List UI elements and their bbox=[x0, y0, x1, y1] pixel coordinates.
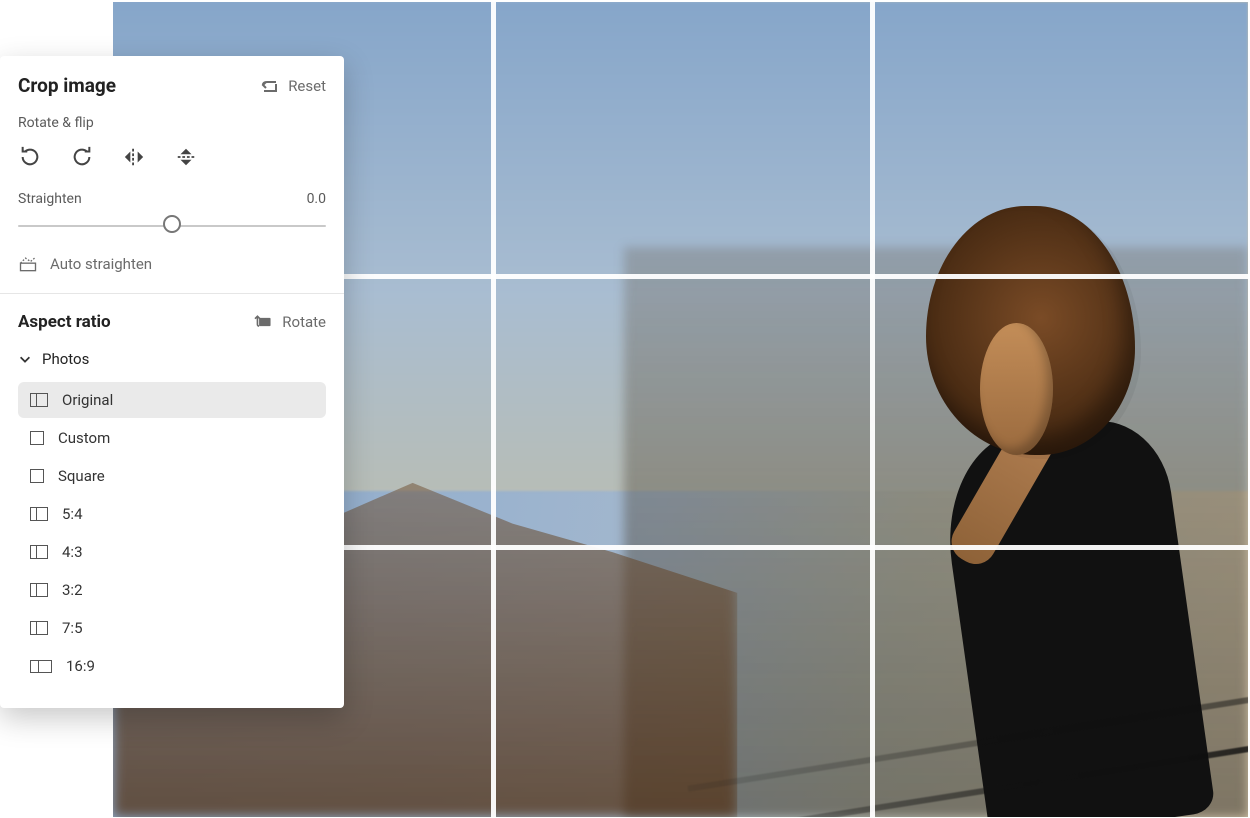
aspect-item-custom[interactable]: Custom bbox=[18, 420, 326, 456]
aspect-icon bbox=[30, 431, 44, 445]
aspect-icon bbox=[30, 583, 48, 597]
aspect-item-label: 7:5 bbox=[62, 619, 83, 637]
aspect-item-label: 5:4 bbox=[62, 505, 83, 523]
aspect-icon bbox=[30, 393, 48, 407]
aspect-item-label: 4:3 bbox=[62, 543, 83, 561]
rotate-cw-icon bbox=[71, 146, 93, 168]
aspect-rotate-button[interactable]: Rotate bbox=[254, 313, 326, 331]
aspect-group-toggle[interactable]: Photos bbox=[18, 350, 326, 368]
aspect-title: Aspect ratio bbox=[18, 312, 111, 332]
flip-horizontal-button[interactable] bbox=[122, 145, 146, 169]
aspect-item-label: 3:2 bbox=[62, 581, 83, 599]
aspect-icon bbox=[30, 507, 48, 521]
straighten-label: Straighten bbox=[18, 191, 82, 207]
slider-thumb[interactable] bbox=[163, 215, 181, 233]
crop-section: Crop image Reset Rotate & flip bbox=[0, 56, 344, 293]
aspect-item-4-3[interactable]: 4:3 bbox=[18, 534, 326, 570]
reset-button[interactable]: Reset bbox=[260, 77, 326, 95]
rotate-ccw-button[interactable] bbox=[18, 145, 42, 169]
crop-title: Crop image bbox=[18, 74, 116, 97]
aspect-item-16-9[interactable]: 16:9 bbox=[18, 648, 326, 684]
auto-straighten-icon bbox=[18, 255, 38, 273]
rotate-cw-button[interactable] bbox=[70, 145, 94, 169]
aspect-group-label: Photos bbox=[42, 350, 89, 368]
aspect-item-label: Original bbox=[62, 391, 113, 409]
crop-panel: Crop image Reset Rotate & flip bbox=[0, 56, 344, 708]
aspect-rotate-label: Rotate bbox=[282, 313, 326, 331]
aspect-item-7-5[interactable]: 7:5 bbox=[18, 610, 326, 646]
reset-label: Reset bbox=[288, 77, 326, 95]
straighten-value: 0.0 bbox=[307, 191, 326, 207]
aspect-item-original[interactable]: Original bbox=[18, 382, 326, 418]
rotate-aspect-icon bbox=[254, 313, 274, 331]
auto-straighten-label: Auto straighten bbox=[50, 255, 152, 273]
flip-horizontal-icon bbox=[123, 146, 145, 168]
aspect-icon bbox=[30, 660, 52, 673]
aspect-ratio-list: Original Custom Square 5:4 4:3 3:2 bbox=[18, 382, 326, 684]
aspect-item-label: Custom bbox=[58, 429, 110, 447]
flip-vertical-icon bbox=[175, 146, 197, 168]
aspect-section: Aspect ratio Rotate Photos bbox=[0, 294, 344, 708]
aspect-item-5-4[interactable]: 5:4 bbox=[18, 496, 326, 532]
aspect-icon bbox=[30, 469, 44, 483]
aspect-item-square[interactable]: Square bbox=[18, 458, 326, 494]
reset-icon bbox=[260, 79, 280, 93]
rotate-flip-label: Rotate & flip bbox=[18, 115, 326, 131]
aspect-item-3-2[interactable]: 3:2 bbox=[18, 572, 326, 608]
aspect-icon bbox=[30, 621, 48, 635]
flip-vertical-button[interactable] bbox=[174, 145, 198, 169]
aspect-item-label: 16:9 bbox=[66, 657, 95, 675]
aspect-item-label: Square bbox=[58, 467, 105, 485]
straighten-slider[interactable] bbox=[18, 213, 326, 241]
rotate-ccw-icon bbox=[19, 146, 41, 168]
auto-straighten-button[interactable]: Auto straighten bbox=[18, 255, 326, 273]
aspect-icon bbox=[30, 545, 48, 559]
chevron-down-icon bbox=[18, 352, 32, 366]
